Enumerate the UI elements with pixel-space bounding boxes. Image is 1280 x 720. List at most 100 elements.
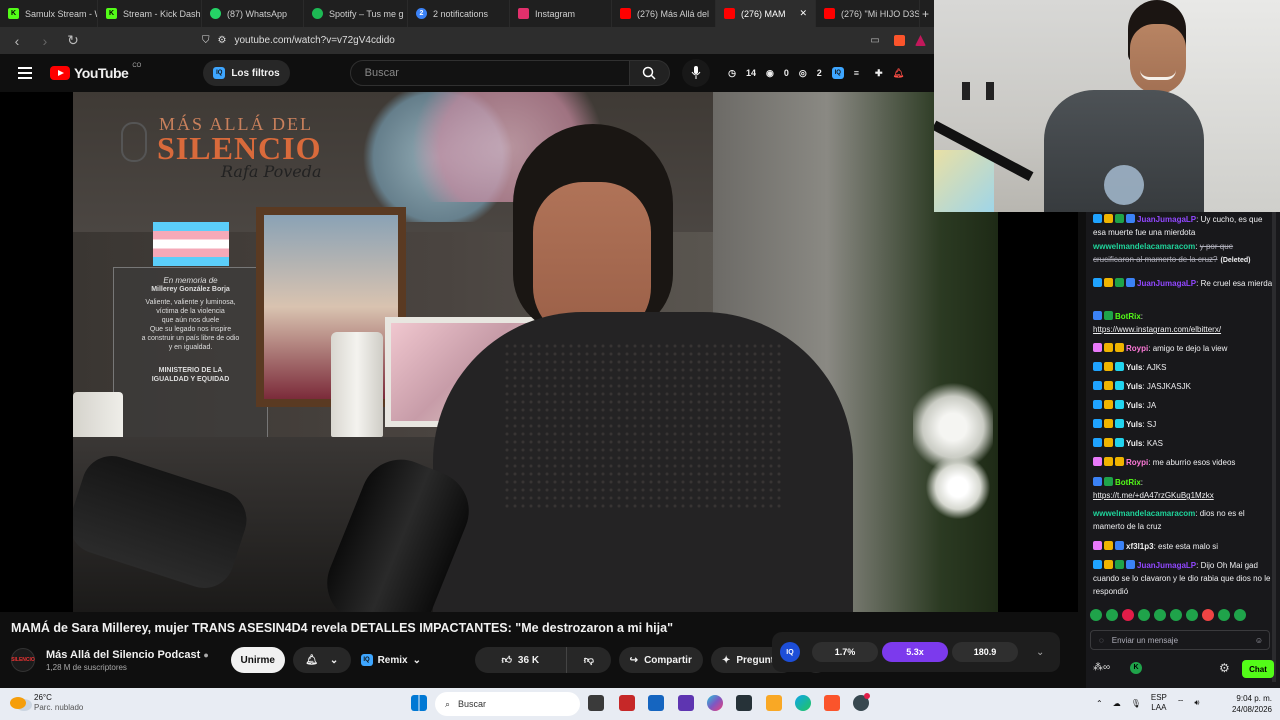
volume-icon[interactable]: 🔊︎ xyxy=(1194,698,1199,708)
browser-tab[interactable]: 22 notifications xyxy=(408,0,510,27)
iq-logo-icon[interactable]: IQ xyxy=(780,642,800,662)
chat-scrollbar[interactable] xyxy=(1272,212,1276,682)
browser-tab[interactable]: Instagram xyxy=(510,0,612,27)
hamburger-menu-icon[interactable] xyxy=(18,64,32,82)
like-button[interactable]: 👍︎ 36 K xyxy=(474,647,567,673)
browser-tab[interactable]: Spotify – Tus me g xyxy=(304,0,408,27)
search-input[interactable]: Buscar xyxy=(349,60,630,86)
chat-username[interactable]: Yuls xyxy=(1126,382,1142,391)
chat-username[interactable]: JuanJumagaLP xyxy=(1137,561,1196,570)
chevron-up-icon[interactable]: ⌃ xyxy=(1096,699,1103,708)
emote-icon[interactable] xyxy=(1202,609,1214,621)
chat-input[interactable]: ◌ Enviar un mensaje ☺ xyxy=(1090,630,1270,650)
new-tab-button[interactable]: + xyxy=(920,0,934,27)
emoji-icon[interactable]: ☺ xyxy=(1255,636,1263,645)
app-icon[interactable] xyxy=(648,695,664,711)
chat-username[interactable]: Yuls xyxy=(1126,401,1142,410)
app-icon[interactable] xyxy=(678,695,694,711)
terminal-icon[interactable] xyxy=(736,695,752,711)
site-info-icon[interactable]: ⚙ xyxy=(218,35,227,46)
share-button[interactable]: ↪ Compartir xyxy=(618,647,703,673)
chat-users-icon[interactable]: ⁂∞ xyxy=(1093,662,1110,673)
chat-username[interactable]: Roypi xyxy=(1126,458,1148,467)
browser-tab[interactable]: (276) "Mi HIJO D3S xyxy=(816,0,920,27)
remix-button[interactable]: IQ Remix ⌄ xyxy=(355,647,427,673)
edge-icon[interactable] xyxy=(795,695,811,711)
chat-badge-icon xyxy=(1093,400,1102,409)
bookmark-icon[interactable]: ⛉ xyxy=(202,35,210,46)
chat-username[interactable]: Yuls xyxy=(1126,420,1142,429)
chat-badge-icon xyxy=(1093,381,1102,390)
emote-icon[interactable] xyxy=(1138,609,1150,621)
reload-icon[interactable]: ↻ xyxy=(64,32,82,49)
url-field[interactable]: ⛉ ⚙ youtube.com/watch?v=v72gV4cdido xyxy=(92,31,856,51)
emote-icon[interactable] xyxy=(1122,609,1134,621)
chat-username[interactable]: BotRix xyxy=(1115,312,1141,321)
voice-search-button[interactable] xyxy=(681,59,710,87)
notifications-bell-icon[interactable]: 🔔︎ xyxy=(893,68,904,79)
emote-icon[interactable] xyxy=(1090,609,1102,621)
browser-tab[interactable]: K Stream - Kick Dashb xyxy=(98,0,202,27)
taskbar-search[interactable]: ⌕ Buscar xyxy=(435,692,580,716)
file-explorer-icon[interactable] xyxy=(766,695,782,711)
chat-badge-icon xyxy=(1115,419,1124,428)
cast-icon[interactable]: ▭ xyxy=(866,35,884,46)
clock[interactable]: 9:04 p. m. 24/08/2026 xyxy=(1218,693,1272,715)
video-player[interactable]: MÁS ALLÁ DEL SILENCIO Rafa Poveda En mem… xyxy=(0,92,1078,612)
create-icon[interactable]: ✚ xyxy=(875,68,883,79)
chat-badge-icon xyxy=(1104,278,1113,287)
chat-username[interactable]: JuanJumagaLP xyxy=(1137,215,1196,224)
iq-icon[interactable]: IQ xyxy=(831,67,844,79)
copilot-icon[interactable] xyxy=(707,695,723,711)
browser-tab[interactable]: (87) WhatsApp xyxy=(202,0,304,27)
close-tab-icon[interactable]: ✕ xyxy=(799,8,807,19)
browser-tab[interactable]: (276) Más Allá del xyxy=(612,0,716,27)
chevron-down-icon[interactable]: ⌄ xyxy=(1036,647,1044,658)
brave-rewards-icon[interactable] xyxy=(915,35,926,46)
forward-icon[interactable]: › xyxy=(36,33,54,49)
chat-username[interactable]: xf3l1p3 xyxy=(1126,542,1154,551)
chat-username[interactable]: JuanJumagaLP xyxy=(1137,279,1196,288)
search-button[interactable] xyxy=(629,60,670,86)
chat-badge-icon xyxy=(1115,560,1124,569)
cloud-icon[interactable]: ☁ xyxy=(1113,699,1121,708)
chat-username[interactable]: Roypi xyxy=(1126,344,1148,353)
channel-name[interactable]: Más Allá del Silencio Podcast xyxy=(46,649,200,661)
browser-tab-active[interactable]: (276) MAM ✕ xyxy=(716,0,816,27)
emote-icon[interactable] xyxy=(1186,609,1198,621)
weather-widget[interactable]: 26°C Parc. nublado xyxy=(10,693,83,713)
chat-username[interactable]: wwwelmandelacamaracom xyxy=(1093,509,1195,518)
emote-icon[interactable] xyxy=(1218,609,1230,621)
settings-gear-icon[interactable]: ⚙ xyxy=(1219,661,1230,675)
subscription-bell-button[interactable]: 🔔︎ ⌄ xyxy=(292,647,351,673)
chat-link[interactable]: https://www.instagram.com/elbitterx/ xyxy=(1093,325,1221,334)
windows-start-icon[interactable] xyxy=(411,695,427,711)
browser-tab[interactable]: K Samulx Stream - W xyxy=(0,0,98,27)
youtube-logo[interactable]: YouTube CO xyxy=(50,63,141,81)
send-chat-button[interactable]: Chat xyxy=(1242,660,1274,678)
chat-username[interactable]: wwwelmandelacamaracom xyxy=(1093,242,1195,251)
brave-shields-icon[interactable] xyxy=(894,35,905,46)
back-icon[interactable]: ‹ xyxy=(8,33,26,49)
emote-icon[interactable] xyxy=(1170,609,1182,621)
emote-icon[interactable] xyxy=(1154,609,1166,621)
emote-icon[interactable] xyxy=(1234,609,1246,621)
list-icon[interactable]: ≡ xyxy=(854,68,859,78)
chat-username[interactable]: BotRix xyxy=(1115,478,1141,487)
language-indicator[interactable]: ESP LAA xyxy=(1151,693,1167,713)
join-button[interactable]: Unirme xyxy=(230,647,285,673)
chat-username[interactable]: Yuls xyxy=(1126,363,1142,372)
brave-icon[interactable] xyxy=(824,695,840,711)
emote-icon[interactable] xyxy=(1106,609,1118,621)
chat-link[interactable]: https://t.me/+dA47rzGKuBg1Mzkx xyxy=(1093,491,1214,500)
power-app-icon[interactable] xyxy=(619,695,635,711)
task-view-icon[interactable] xyxy=(588,695,604,711)
channel-avatar[interactable]: SILENCIO xyxy=(11,648,35,672)
chat-username[interactable]: Yuls xyxy=(1126,439,1142,448)
kick-icon[interactable]: K xyxy=(1130,662,1142,674)
dislike-button[interactable]: 👎︎ xyxy=(566,647,611,673)
wifi-icon[interactable]: ⌔ xyxy=(1177,698,1185,708)
chat-badge-icon xyxy=(1115,541,1124,550)
microphone-icon[interactable]: 🎙︎ xyxy=(1131,699,1141,708)
filters-button[interactable]: IQ Los filtros xyxy=(203,60,290,86)
